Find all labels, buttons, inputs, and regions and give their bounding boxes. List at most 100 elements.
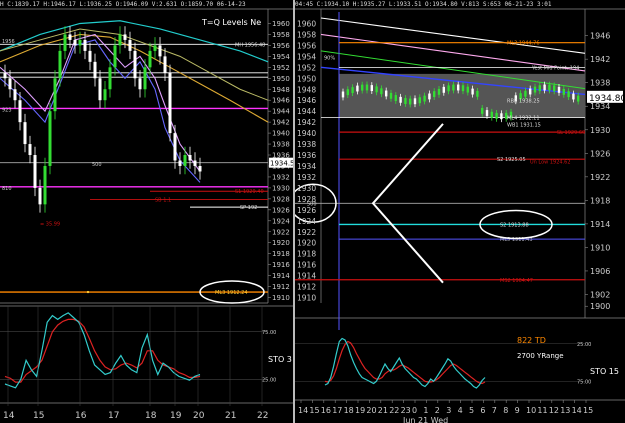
candle-body: [3, 72, 7, 79]
right-y-tick-label: 1938: [590, 79, 610, 88]
x-tick-label: 18: [344, 406, 354, 415]
left-y-tick-label: 1948: [297, 85, 316, 94]
x-tick-label: 2: [435, 406, 440, 415]
td-info: 822 TD: [517, 336, 546, 345]
candle-body: [163, 56, 167, 73]
y-tick-label: 1910: [272, 294, 290, 302]
candle-body: [183, 155, 187, 166]
candle-body: [23, 122, 27, 145]
x-tick-label: 0: [412, 406, 417, 415]
left-y-tick-label: 1914: [297, 272, 316, 281]
x-tick-label: 3: [446, 406, 451, 415]
x-tick-label: 16: [321, 406, 331, 415]
candle-body: [108, 67, 112, 90]
candle-body: [452, 84, 455, 91]
candle-body: [442, 86, 445, 93]
left-price-chart[interactable]: T=Q Levels Ne MH 1956.48 1956 923 810 500 S1 1…: [0, 0, 293, 423]
y-tick-label: 1924: [272, 217, 290, 225]
y-tick-label: 1940: [272, 130, 290, 138]
candle-body: [572, 93, 575, 100]
candle-body: [399, 96, 402, 103]
candle-body: [58, 50, 62, 79]
left-y-tick-label: 1932: [297, 173, 316, 182]
left-y-tick-label: 1944: [297, 107, 316, 116]
candle-body: [43, 165, 47, 205]
right-y-tick-label: 1914: [590, 220, 610, 229]
x-tick-label: 11: [537, 406, 547, 415]
candle-body: [370, 85, 373, 91]
x-tick-label: 14: [298, 406, 308, 415]
candle-body: [356, 85, 359, 92]
right-price-chart[interactable]: ML3 1944.76 Yest Mid Point: 194 90% RBR 193…: [295, 0, 625, 423]
x-tick-label: 4: [458, 406, 463, 415]
candle-body: [385, 90, 388, 97]
stoch-k-line: [4, 312, 201, 389]
unlow-label: Un Low 1924.62: [530, 160, 571, 166]
right-y-tick-label: 1902: [590, 290, 610, 299]
candle-body: [524, 90, 527, 97]
y-tick-label: 1932: [272, 173, 290, 181]
candle-body: [88, 50, 92, 62]
sp-label: SP 192: [240, 205, 257, 211]
left-y-tick-label: 1922: [297, 228, 316, 237]
chart-title: T=Q Levels Ne: [201, 18, 261, 27]
x-tick-label: 13: [560, 406, 570, 415]
x-tick-label: 17: [108, 411, 119, 421]
candle-body: [8, 78, 12, 90]
candle-body: [418, 97, 421, 104]
left-y-tick-label: 1938: [297, 140, 316, 149]
x-tick-label: 21: [378, 406, 388, 415]
right-y-tick-label: 1942: [590, 55, 610, 64]
yrange-info: 2700 YRange: [517, 352, 564, 360]
stoch-label: STO 3: [268, 355, 292, 364]
candle-body: [128, 39, 132, 51]
x-tick-label: 1: [423, 406, 428, 415]
s2-cyan-label: S2 1913.88: [500, 222, 529, 228]
candle-body: [68, 34, 72, 40]
y-tick-label: 1960: [272, 20, 290, 28]
y-tick-label: 1956: [272, 42, 290, 50]
y-tick-label: 1938: [272, 141, 290, 149]
candle-body: [133, 50, 137, 79]
price-tag: 1934.80: [589, 94, 625, 104]
left-y-tick-label: 1952: [297, 63, 316, 72]
candle-body: [457, 84, 460, 91]
y-tick-label: 1954: [272, 53, 290, 61]
top-left-label: 1956: [2, 39, 15, 45]
red-low-label: = 35.99: [40, 222, 60, 228]
s2-red-label: S2 1925.05: [497, 157, 526, 163]
stoch-tick-75: 75.00: [262, 330, 276, 336]
candle-body: [118, 34, 122, 46]
left-y-tick-label: 1910: [297, 294, 316, 303]
left-y-tick-label: 1920: [297, 239, 316, 248]
mh-label: MH 1956.48: [235, 42, 265, 48]
candle-body: [538, 85, 541, 92]
x-axis-label: Jun 21 Wed: [402, 416, 448, 423]
y-tick-label: 1922: [272, 228, 290, 236]
left-y-tick-label: 1946: [297, 96, 316, 105]
candle-body: [193, 160, 197, 166]
candle-body: [13, 89, 17, 101]
x-tick-label: 14: [572, 406, 582, 415]
x-tick-label: 19: [355, 406, 365, 415]
candle-body: [466, 86, 469, 93]
x-tick-label: 9: [515, 406, 520, 415]
candle-body: [500, 113, 503, 120]
candle-body: [78, 39, 82, 46]
y-tick-label: 1918: [272, 250, 290, 258]
candle-body: [63, 34, 67, 51]
left-y-tick-label: 1930: [297, 184, 316, 193]
candle-body: [394, 95, 397, 101]
candle-body: [361, 84, 364, 91]
y-tick-label: 1914: [272, 272, 290, 280]
candle-body: [198, 165, 202, 172]
right-y-tick-label: 1918: [590, 196, 610, 205]
y-tick-label: 1926: [272, 206, 290, 214]
y-tick-label: 1944: [272, 108, 290, 116]
candle-body: [346, 89, 349, 96]
candle-body: [577, 95, 580, 102]
candle-body: [188, 155, 192, 161]
left-y-tick-label: 1954: [297, 52, 316, 61]
candle-body: [153, 45, 157, 51]
left-y-tick-label: 1940: [297, 129, 316, 138]
